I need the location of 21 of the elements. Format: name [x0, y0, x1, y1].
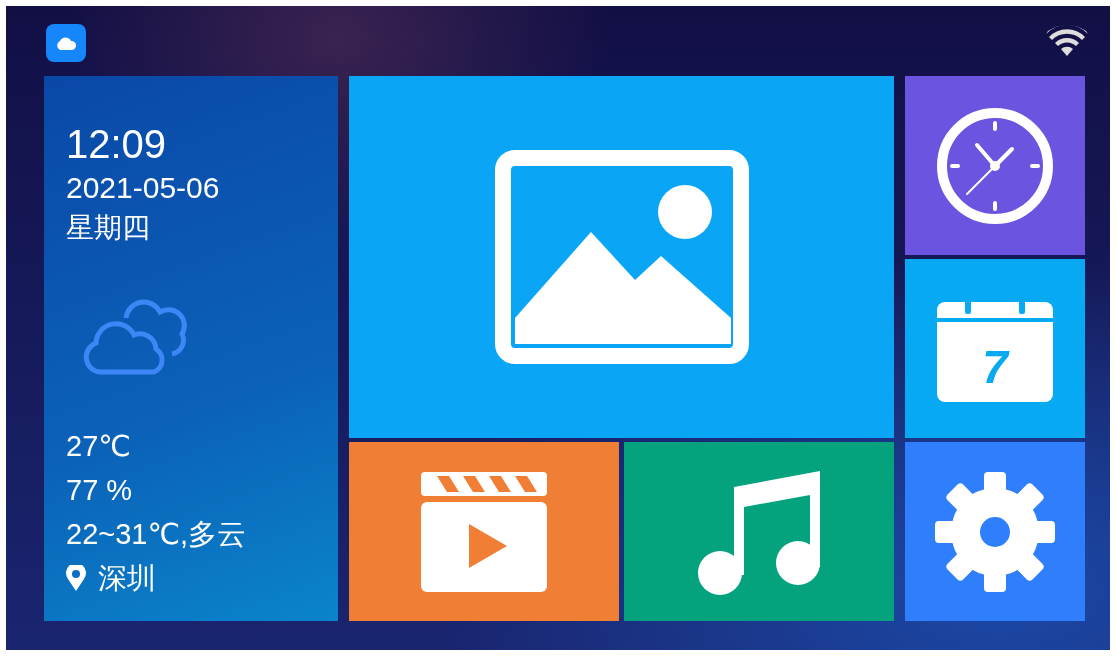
video-icon: [419, 469, 549, 594]
weekday-text: 星期四: [66, 211, 150, 245]
forecast-text: 22~31℃,多云: [66, 517, 247, 552]
location-pin-icon: [66, 565, 86, 591]
date-text: 2021-05-06: [66, 170, 220, 206]
city-text: 深圳: [98, 561, 156, 596]
photos-tile[interactable]: [349, 76, 894, 438]
video-tile[interactable]: [349, 442, 619, 621]
cloud-app-icon[interactable]: [46, 24, 86, 62]
wifi-icon: [1046, 24, 1088, 56]
image-icon: [494, 150, 749, 364]
settings-tile[interactable]: [905, 442, 1085, 621]
calendar-day: 7: [982, 341, 1008, 392]
temperature-text: 27℃: [66, 429, 131, 464]
calendar-tile[interactable]: 7: [905, 259, 1085, 438]
humidity-text: 77 %: [66, 473, 133, 508]
clock-tile[interactable]: [905, 76, 1085, 255]
settings-icon: [935, 471, 1055, 592]
time-text: 12:09: [66, 121, 167, 168]
music-tile[interactable]: [624, 442, 894, 621]
clock-icon: [936, 106, 1054, 225]
